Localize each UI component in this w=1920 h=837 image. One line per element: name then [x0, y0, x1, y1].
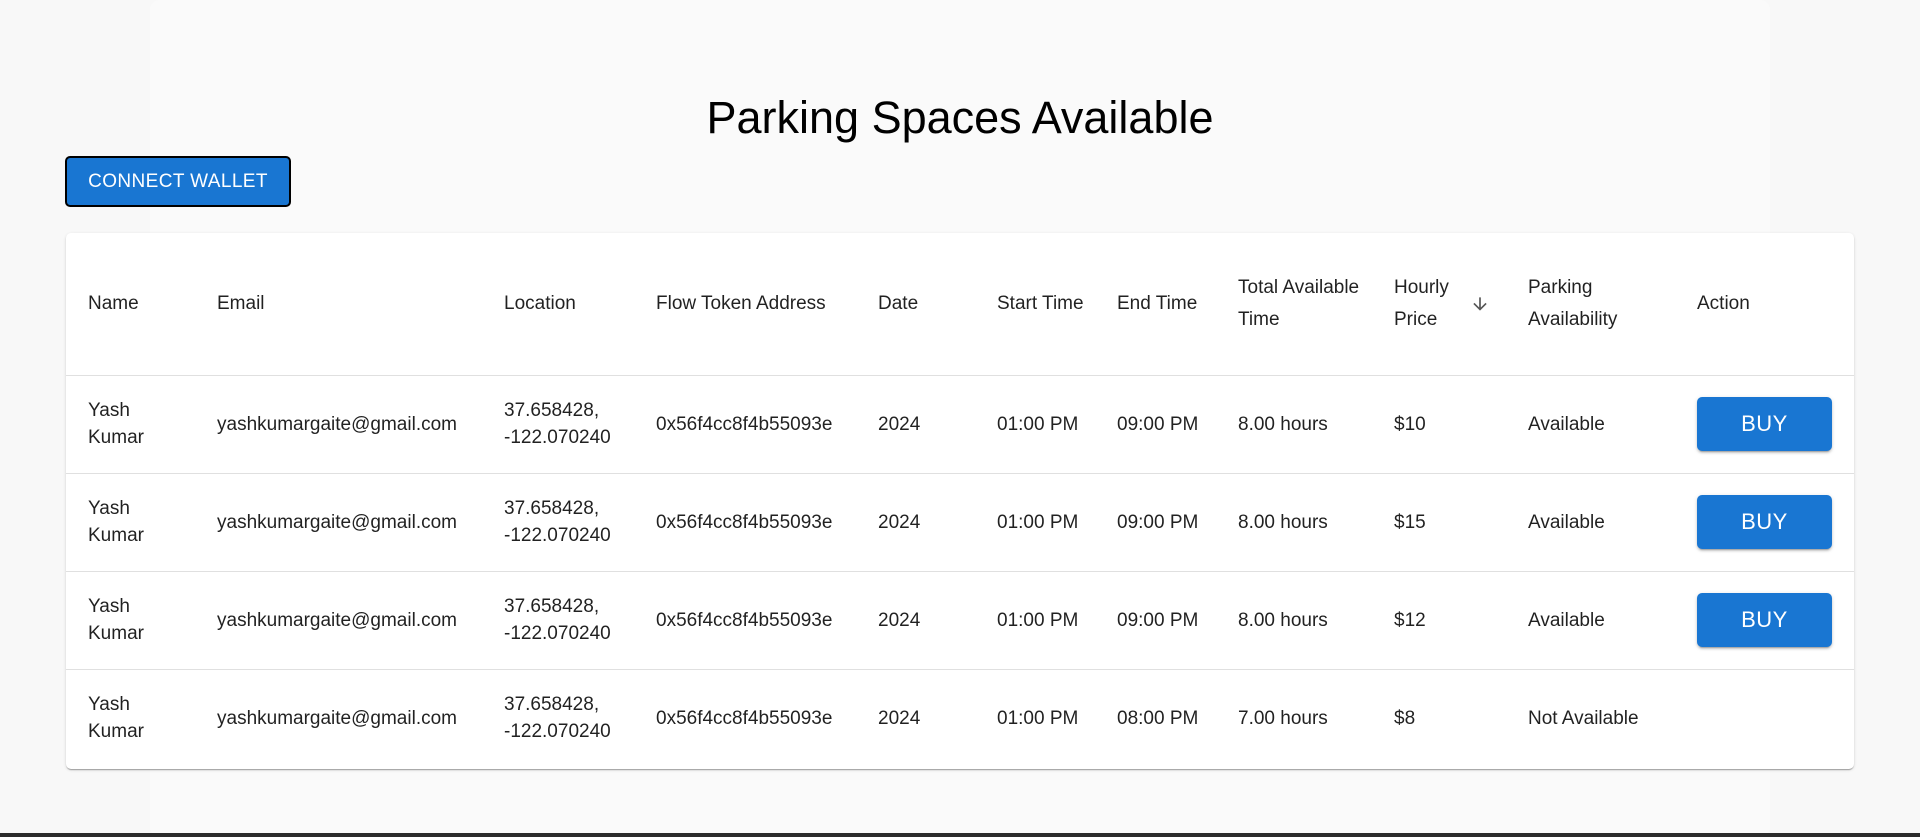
cell-date: 2024 [856, 375, 975, 474]
cell-location: 37.658428, -122.070240 [504, 694, 611, 743]
cell-name: Yash Kumar [88, 694, 144, 743]
table-row: Yash Kumar yashkumargaite@gmail.com 37.6… [66, 375, 1854, 474]
cell-date: 2024 [856, 473, 975, 572]
header-name[interactable]: Name [66, 233, 195, 376]
header-email[interactable]: Email [195, 233, 482, 376]
header-flow-token-address[interactable]: Flow Token Address [634, 233, 856, 376]
header-hourly-price-label: Hourly Price [1394, 276, 1449, 330]
cell-action: BUY [1675, 375, 1854, 474]
cell-parking-availability: Available [1506, 473, 1675, 572]
cell-email: yashkumargaite@gmail.com [217, 707, 457, 729]
connect-wallet-button[interactable]: CONNECT WALLET [65, 156, 291, 207]
header-start-time[interactable]: Start Time [975, 233, 1095, 376]
header-action: Action [1675, 233, 1854, 376]
cell-action: BUY [1675, 473, 1854, 572]
cell-location: 37.658428, -122.070240 [482, 375, 634, 474]
page-title: Parking Spaces Available [706, 92, 1214, 143]
cell-start-time: 01:00 PM [975, 473, 1095, 572]
buy-button[interactable]: BUY [1697, 593, 1832, 647]
cell-total-available-time: 7.00 hours [1238, 707, 1328, 729]
cell-total-available-time: 8.00 hours [1216, 375, 1372, 474]
cell-start-time: 01:00 PM [975, 571, 1095, 670]
cell-end-time: 09:00 PM [1095, 571, 1216, 670]
cell-end-time: 09:00 PM [1095, 375, 1216, 474]
cell-hourly-price: $8 [1394, 707, 1416, 729]
cell-hourly-price: $10 [1372, 375, 1506, 474]
cell-date: 2024 [878, 707, 921, 729]
cell-email: yashkumargaite@gmail.com [195, 375, 482, 474]
cell-flow-token-address: 0x56f4cc8f4b55093e [634, 375, 856, 474]
cell-location: 37.658428, -122.070240 [482, 571, 634, 670]
cell-email: yashkumargaite@gmail.com [195, 473, 482, 572]
header-hourly-price[interactable]: Hourly Price [1372, 233, 1506, 376]
table-row: Yash Kumar yashkumargaite@gmail.com 37.6… [66, 571, 1854, 670]
buy-button[interactable]: BUY [1697, 397, 1832, 451]
header-date[interactable]: Date [856, 233, 975, 376]
table-row: Yash Kumar yashkumargaite@gmail.com 37.6… [66, 473, 1854, 572]
cell-name: Yash Kumar [66, 571, 195, 670]
buy-button[interactable]: BUY [1697, 495, 1832, 549]
cell-location: 37.658428, -122.070240 [482, 473, 634, 572]
header-parking-availability[interactable]: Parking Availability [1506, 233, 1675, 376]
cell-name: Yash Kumar [66, 375, 195, 474]
cell-total-available-time: 8.00 hours [1216, 571, 1372, 670]
cell-start-time: 01:00 PM [975, 375, 1095, 474]
cell-email: yashkumargaite@gmail.com [195, 571, 482, 670]
cell-flow-token-address: 0x56f4cc8f4b55093e [634, 571, 856, 670]
cell-parking-availability: Available [1506, 571, 1675, 670]
cell-hourly-price: $12 [1372, 571, 1506, 670]
cell-total-available-time: 8.00 hours [1216, 473, 1372, 572]
cell-parking-availability: Not Available [1528, 707, 1639, 729]
header-total-available-time[interactable]: Total Available Time [1216, 233, 1372, 376]
cell-parking-availability: Available [1506, 375, 1675, 474]
header-location[interactable]: Location [482, 233, 634, 376]
header-end-time[interactable]: End Time [1095, 233, 1216, 376]
cell-start-time: 01:00 PM [997, 707, 1079, 729]
cell-hourly-price: $15 [1372, 473, 1506, 572]
cell-flow-token-address: 0x56f4cc8f4b55093e [656, 707, 833, 729]
table-row: Yash Kumar yashkumargaite@gmail.com 37.6… [66, 669, 1854, 767]
cell-name: Yash Kumar [66, 473, 195, 572]
cell-end-time: 09:00 PM [1095, 473, 1216, 572]
parking-table-card: Name Email Location Flow Token Address D… [66, 233, 1854, 769]
cell-flow-token-address: 0x56f4cc8f4b55093e [634, 473, 856, 572]
arrow-down-icon[interactable] [1470, 294, 1490, 314]
cell-action [1675, 669, 1854, 767]
table-header-row: Name Email Location Flow Token Address D… [66, 233, 1854, 376]
cell-date: 2024 [856, 571, 975, 670]
cell-action: BUY [1675, 571, 1854, 670]
parking-table: Name Email Location Flow Token Address D… [66, 233, 1854, 767]
bottom-divider [0, 833, 1920, 837]
cell-end-time: 08:00 PM [1117, 707, 1199, 729]
